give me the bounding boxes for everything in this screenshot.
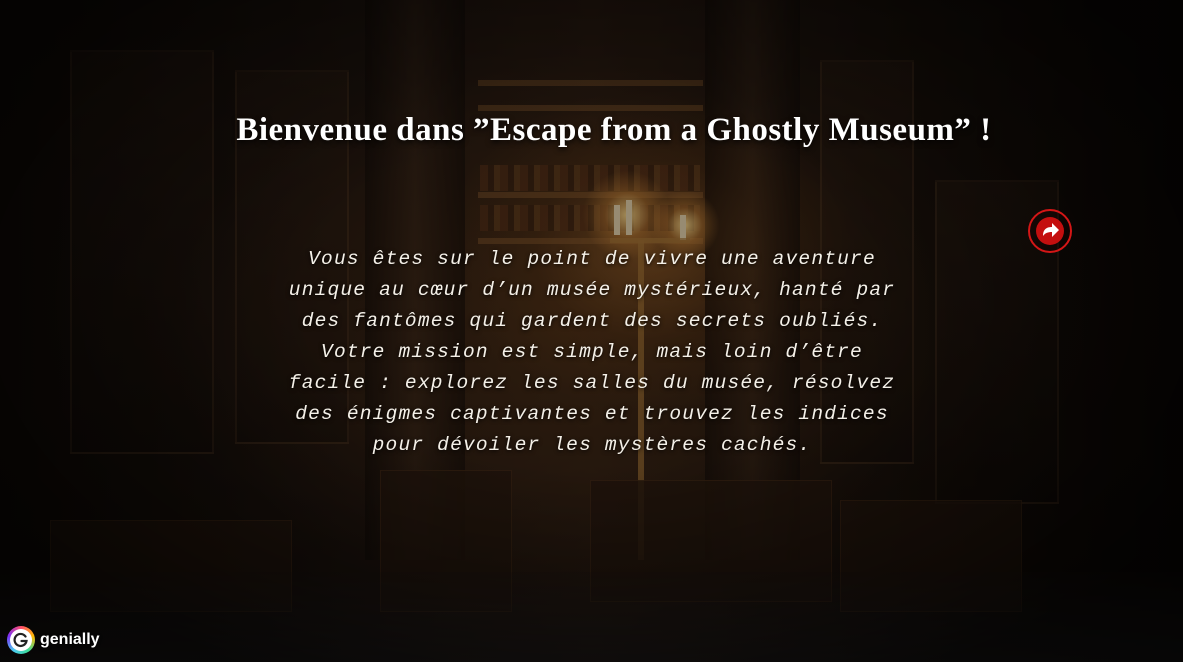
- intro-line: Votre mission est simple, mais loin d’êt…: [321, 341, 863, 363]
- intro-line: facile : explorez les salles du musée, r…: [288, 372, 896, 394]
- genially-logo-icon: [7, 626, 35, 654]
- intro-line: des fantômes qui gardent des secrets oub…: [301, 310, 883, 332]
- slide: Bienvenue dans ”Escape from a Ghostly Mu…: [0, 0, 1183, 662]
- genially-branding[interactable]: genially: [7, 626, 100, 654]
- intro-line: unique au cœur d’un musée mystérieux, ha…: [288, 279, 896, 301]
- intro-text: Vous êtes sur le point de vivre une aven…: [222, 244, 962, 461]
- arrow-right-circle-icon: [1036, 217, 1064, 245]
- page-title: Bienvenue dans ”Escape from a Ghostly Mu…: [236, 112, 992, 148]
- intro-line: des énigmes captivantes et trouvez les i…: [295, 403, 889, 425]
- intro-line: pour dévoiler les mystères cachés.: [372, 434, 812, 456]
- next-button[interactable]: [1028, 209, 1072, 253]
- genially-label: genially: [40, 631, 100, 648]
- intro-line: Vous êtes sur le point de vivre une aven…: [308, 248, 876, 270]
